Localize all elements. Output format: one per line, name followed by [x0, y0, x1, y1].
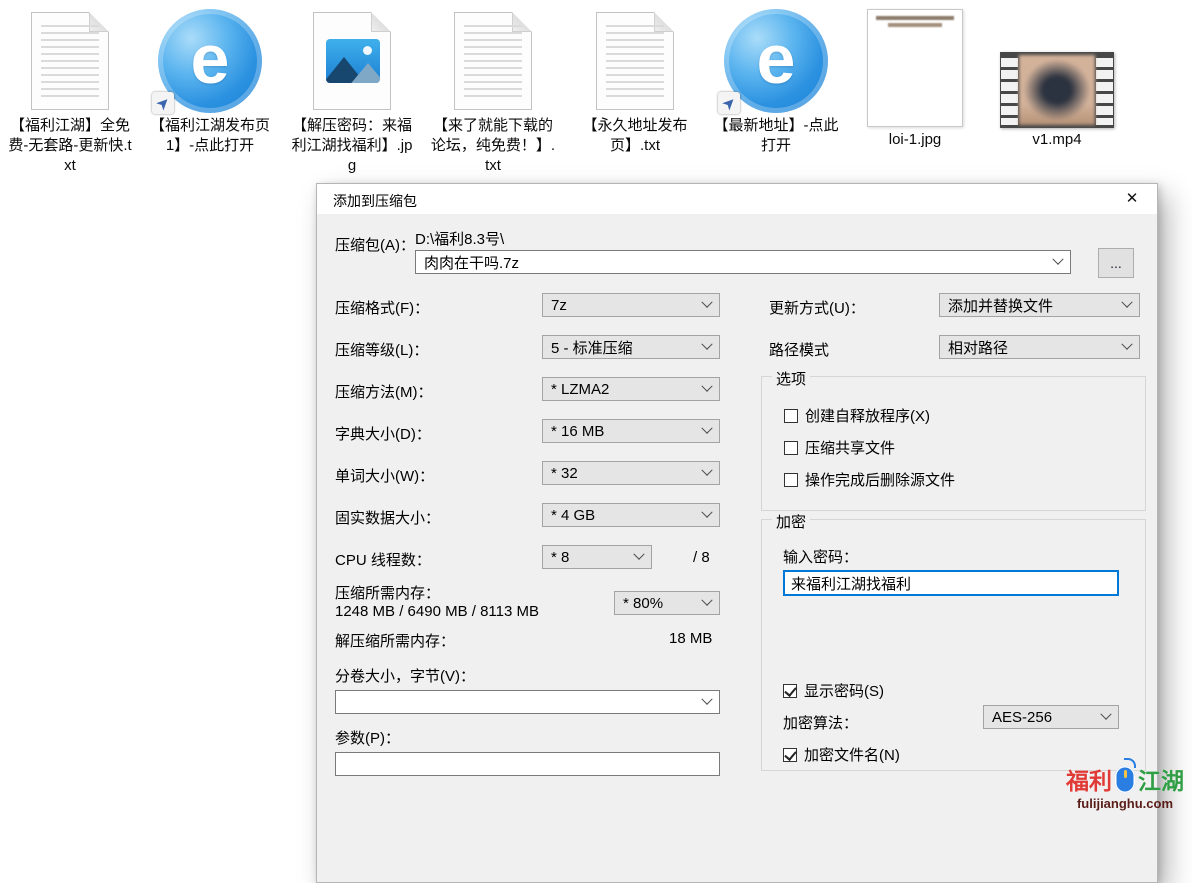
desktop-icon-file3[interactable]: 【永久地址发布页】.txt: [569, 6, 701, 156]
shortcut-arrow-icon: ➤: [718, 92, 740, 114]
path-mode-label: 路径模式: [769, 339, 829, 360]
volume-size-label: 分卷大小，字节(V)：: [335, 665, 475, 686]
desktop-icon-file1[interactable]: 【福利江湖】全免费-无套路-更新快.txt: [4, 6, 136, 176]
cpu-threads-select[interactable]: * 8: [542, 545, 652, 569]
delete-after-checkbox[interactable]: 操作完成后删除源文件: [784, 469, 955, 490]
desktop-icon-shortcut2[interactable]: e ➤ 【最新地址】-点此打开: [710, 6, 842, 156]
password-label: 输入密码：: [783, 546, 858, 567]
encrypt-filenames-checkbox[interactable]: 加密文件名(N): [783, 744, 900, 765]
chevron-down-icon: [1121, 339, 1132, 350]
icon-label: v1.mp4: [991, 130, 1123, 150]
encrypt-method-label: 加密算法：: [783, 712, 858, 733]
compress-shared-checkbox[interactable]: 压缩共享文件: [784, 437, 895, 458]
compress-memory-value: 1248 MB / 6490 MB / 8113 MB: [335, 603, 539, 620]
options-group-title: 选项: [772, 368, 810, 389]
chevron-down-icon: [701, 381, 712, 392]
method-select[interactable]: * LZMA2: [542, 377, 720, 401]
desktop-icon-image1[interactable]: 【解压密码：来福利江湖找福利】.jpg: [286, 6, 418, 176]
volume-size-combobox[interactable]: [335, 690, 720, 714]
format-label: 压缩格式(F)：: [335, 297, 429, 318]
desktop-icon-video[interactable]: v1.mp4: [991, 6, 1123, 150]
checkbox-checked-icon: [783, 748, 797, 762]
add-to-archive-dialog: 添加到压缩包 ✕ 压缩包(A)： D:\福利8.3号\ 肉肉在干吗.7z ...…: [316, 183, 1158, 883]
level-select[interactable]: 5 - 标准压缩: [542, 335, 720, 359]
chevron-down-icon: [1100, 709, 1111, 720]
checkbox-unchecked-icon: [784, 409, 798, 423]
chevron-down-icon: [701, 595, 712, 606]
archive-label: 压缩包(A)：: [335, 234, 415, 255]
site-watermark: 福利 江湖 fulijianghu.com: [1066, 762, 1184, 811]
close-icon[interactable]: ✕: [1117, 188, 1147, 210]
chevron-down-icon: [1052, 254, 1063, 265]
password-input[interactable]: [783, 570, 1119, 596]
show-password-checkbox[interactable]: 显示密码(S): [783, 680, 884, 701]
decompress-memory-label: 解压缩所需内存：: [335, 630, 455, 651]
archive-name-combobox[interactable]: 肉肉在干吗.7z: [415, 250, 1071, 274]
chevron-down-icon: [633, 549, 644, 560]
icon-label: 【最新地址】-点此打开: [710, 116, 842, 156]
dialog-titlebar: 添加到压缩包 ✕: [317, 184, 1157, 214]
text-file-icon: [569, 6, 701, 116]
photo-thumbnail: [849, 6, 981, 130]
cpu-threads-max: / 8: [693, 549, 710, 566]
level-label: 压缩等级(L)：: [335, 339, 428, 360]
checkbox-unchecked-icon: [784, 441, 798, 455]
encrypt-method-select[interactable]: AES-256: [983, 705, 1119, 729]
icon-label: 【福利江湖发布页1】-点此打开: [144, 116, 276, 156]
word-size-label: 单词大小(W)：: [335, 465, 434, 486]
icon-label: 【永久地址发布页】.txt: [569, 116, 701, 156]
image-file-icon: [286, 6, 418, 116]
shortcut-arrow-icon: ➤: [152, 92, 174, 114]
method-label: 压缩方法(M)：: [335, 381, 433, 402]
format-select[interactable]: 7z: [542, 293, 720, 317]
chevron-down-icon: [1121, 297, 1132, 308]
desktop-icon-shortcut1[interactable]: e ➤ 【福利江湖发布页1】-点此打开: [144, 6, 276, 156]
icon-label: 【来了就能下载的论坛，纯免费！】.txt: [427, 116, 559, 176]
checkbox-checked-icon: [783, 684, 797, 698]
chevron-down-icon: [701, 297, 712, 308]
brand-text-left: 福利: [1066, 762, 1112, 796]
text-file-icon: [4, 6, 136, 116]
text-file-icon: [427, 6, 559, 116]
icon-label: 【解压密码：来福利江湖找福利】.jpg: [286, 116, 418, 176]
decompress-memory-value: 18 MB: [669, 630, 712, 647]
memory-percent-select[interactable]: * 80%: [614, 591, 720, 615]
chevron-down-icon: [701, 507, 712, 518]
archive-path: D:\福利8.3号\: [415, 228, 504, 249]
parameters-input[interactable]: [335, 752, 720, 776]
browser-icon: e ➤: [144, 6, 276, 116]
update-mode-select[interactable]: 添加并替换文件: [939, 293, 1140, 317]
desktop-icon-file2[interactable]: 【来了就能下载的论坛，纯免费！】.txt: [427, 6, 559, 176]
dict-size-label: 字典大小(D)：: [335, 423, 431, 444]
solid-size-label: 固实数据大小：: [335, 507, 440, 528]
chevron-down-icon: [701, 694, 712, 705]
create-sfx-checkbox[interactable]: 创建自释放程序(X): [784, 405, 930, 426]
cpu-threads-label: CPU 线程数：: [335, 549, 431, 570]
browser-icon: e ➤: [710, 6, 842, 116]
mouse-icon: [1115, 766, 1135, 793]
chevron-down-icon: [701, 465, 712, 476]
brand-text-right: 江湖: [1138, 762, 1184, 796]
word-size-select[interactable]: * 32: [542, 461, 720, 485]
parameters-label: 参数(P)：: [335, 727, 400, 748]
video-thumbnail: [991, 6, 1123, 130]
encryption-group-title: 加密: [772, 511, 810, 532]
checkbox-unchecked-icon: [784, 473, 798, 487]
browse-button[interactable]: ...: [1098, 248, 1134, 278]
desktop-icon-photo[interactable]: loi-1.jpg: [849, 6, 981, 150]
compress-memory-label: 压缩所需内存：: [335, 582, 440, 603]
icon-label: 【福利江湖】全免费-无套路-更新快.txt: [4, 116, 136, 176]
brand-domain: fulijianghu.com: [1066, 796, 1184, 811]
chevron-down-icon: [701, 423, 712, 434]
update-mode-label: 更新方式(U)：: [769, 297, 865, 318]
path-mode-select[interactable]: 相对路径: [939, 335, 1140, 359]
dialog-title: 添加到压缩包: [333, 191, 417, 211]
dict-size-select[interactable]: * 16 MB: [542, 419, 720, 443]
icon-label: loi-1.jpg: [849, 130, 981, 150]
chevron-down-icon: [701, 339, 712, 350]
solid-size-select[interactable]: * 4 GB: [542, 503, 720, 527]
